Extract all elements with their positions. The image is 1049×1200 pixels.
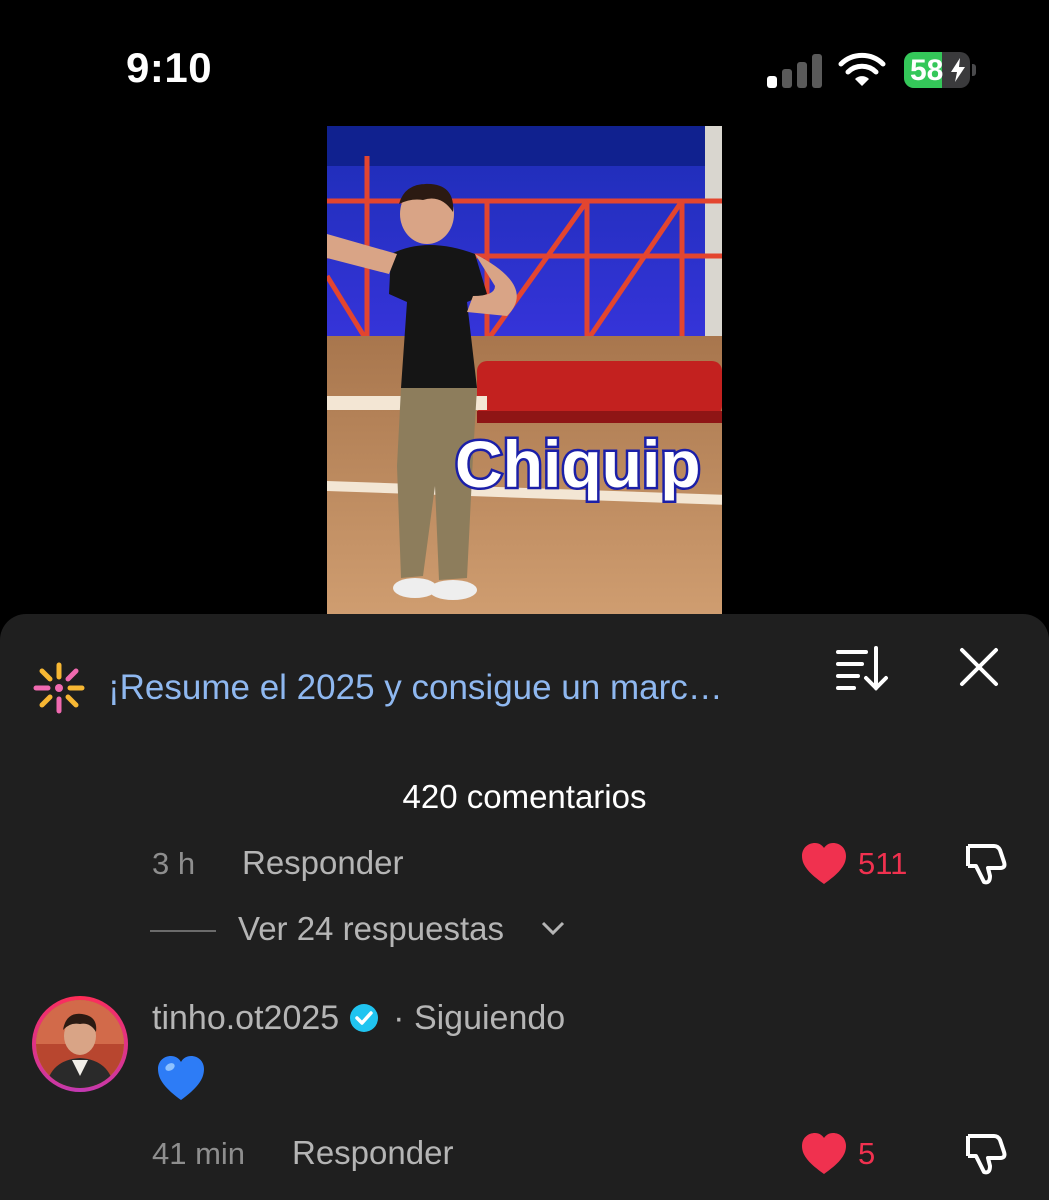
comment-count: 420 comentarios <box>402 778 647 815</box>
previous-comment-actions: 3 h Responder 511 <box>0 842 1049 886</box>
blue-heart-emoji <box>158 1056 204 1100</box>
username[interactable]: tinho.ot2025 <box>152 999 339 1038</box>
comments-sheet: ¡Resume el 2025 y consigue un marc… 420 … <box>0 614 1049 1200</box>
comment-header: tinho.ot2025 · Siguiendo <box>152 996 565 1040</box>
signal-icon <box>767 54 823 88</box>
promo-banner[interactable]: ¡Resume el 2025 y consigue un marc… <box>32 658 822 718</box>
heart-icon[interactable] <box>800 1132 848 1176</box>
status-time: 9:10 <box>126 44 213 91</box>
sparkle-icon <box>33 662 85 714</box>
heart-icon[interactable] <box>800 842 848 886</box>
wifi-icon <box>838 52 886 86</box>
video-caption: Chiquip <box>453 425 704 504</box>
comment-time: 41 min <box>152 1136 246 1171</box>
comment-actions: 41 min Responder 5 <box>0 1132 1049 1176</box>
comment-text: 💙 <box>0 614 1 615</box>
charging-bolt-icon <box>951 58 965 82</box>
following-label: · Siguiendo <box>393 998 566 1037</box>
video-frame <box>327 126 722 614</box>
battery-icon: 58 <box>904 52 976 88</box>
dislike-icon[interactable] <box>960 1130 1008 1178</box>
like-count: 511 <box>858 846 908 881</box>
battery-percentage: 58 <box>910 54 944 87</box>
view-replies-row[interactable]: Ver 24 respuestas <box>0 908 1049 952</box>
reply-button[interactable]: Responder <box>292 1134 453 1172</box>
status-bar: 9:10 58 <box>0 0 1049 120</box>
view-replies-button[interactable]: Ver 24 respuestas <box>238 910 504 948</box>
chevron-down-icon <box>541 921 565 936</box>
comment-time: 3 h <box>152 846 196 881</box>
close-icon[interactable] <box>958 646 1000 688</box>
avatar[interactable] <box>32 996 128 1092</box>
reply-button[interactable]: Responder <box>242 844 403 882</box>
verified-icon <box>350 1004 379 1032</box>
like-count: 5 <box>858 1136 876 1171</box>
promo-text: ¡Resume el 2025 y consigue un marc… <box>108 668 723 707</box>
dislike-icon[interactable] <box>960 840 1008 888</box>
sort-button[interactable] <box>832 644 890 692</box>
replies-divider <box>150 930 216 932</box>
video-player[interactable]: Chiquip <box>327 126 722 614</box>
